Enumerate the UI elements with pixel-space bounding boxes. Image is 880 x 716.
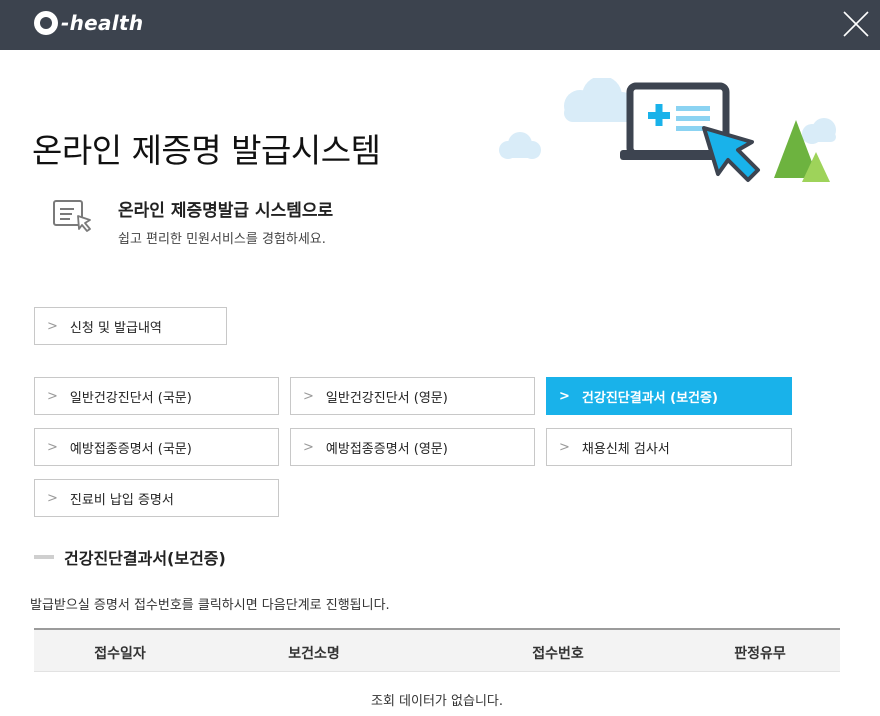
cert-label: 예방접종증명서 (국문) [69,441,192,457]
cert-vaccination-en-button[interactable]: > 예방접종증명서 (영문) [290,428,535,466]
app-logo-text: -health [61,11,144,35]
column-header-receipt-number: 접수번호 [532,646,584,662]
cert-medical-payment-button[interactable]: > 진료비 납입 증명서 [34,479,279,517]
history-button[interactable]: > 신청 및 발급내역 [34,307,227,345]
cert-label: 진료비 납입 증명서 [69,492,174,508]
app-logo: -health [34,8,143,38]
cloud-icon [802,118,836,144]
cloud-icon [564,78,636,122]
document-cursor-icon [53,200,91,232]
chevron-right-icon: > [47,388,58,404]
chevron-right-icon: > [47,439,58,455]
chevron-right-icon: > [559,439,570,455]
history-button-label: 신청 및 발급내역 [69,320,162,336]
chevron-right-icon: > [47,490,58,506]
intro-heading: 온라인 제증명발급 시스템으로 [118,201,334,221]
column-header-date: 접수일자 [94,646,146,662]
cert-label: 건강진단결과서 (보건증) [581,390,718,406]
title-bar: -health [0,0,880,50]
chevron-right-icon: > [559,388,570,404]
cert-label: 채용신체 검사서 [581,441,670,457]
cert-label: 일반건강진단서 (국문) [69,390,192,406]
cert-vaccination-ko-button[interactable]: > 예방접종증명서 (국문) [34,428,279,466]
intro-subtext: 쉽고 편리한 민원서비스를 경험하세요. [118,232,326,247]
cert-general-health-en-button[interactable]: > 일반건강진단서 (영문) [290,377,535,415]
column-header-judgment: 판정유무 [734,646,786,662]
table-header: 접수일자 보건소명 접수번호 판정유무 [34,628,840,672]
chevron-right-icon: > [303,388,314,404]
hero-illustration [499,78,836,182]
instruction-text: 발급받으실 증명서 접수번호를 클릭하시면 다음단계로 진행됩니다. [30,598,390,613]
cert-label: 일반건강진단서 (영문) [325,390,448,406]
chevron-right-icon: > [47,318,58,334]
empty-table-message: 조회 데이터가 없습니다. [371,694,503,709]
column-header-health-center: 보건소명 [288,646,340,662]
close-icon[interactable] [836,6,874,44]
cert-general-health-ko-button[interactable]: > 일반건강진단서 (국문) [34,377,279,415]
cursor-icon [702,126,760,182]
cert-employment-exam-button[interactable]: > 채용신체 검사서 [546,428,792,466]
cert-health-result-button[interactable]: > 건강진단결과서 (보건증) [546,377,792,415]
chevron-right-icon: > [303,439,314,455]
section-title: 건강진단결과서(보건증) [64,549,226,568]
cloud-icon [499,132,541,159]
section-marker [34,555,54,559]
page-title: 온라인 제증명 발급시스템 [32,131,381,170]
cert-label: 예방접종증명서 (영문) [325,441,448,457]
g-logo-icon [34,11,58,35]
